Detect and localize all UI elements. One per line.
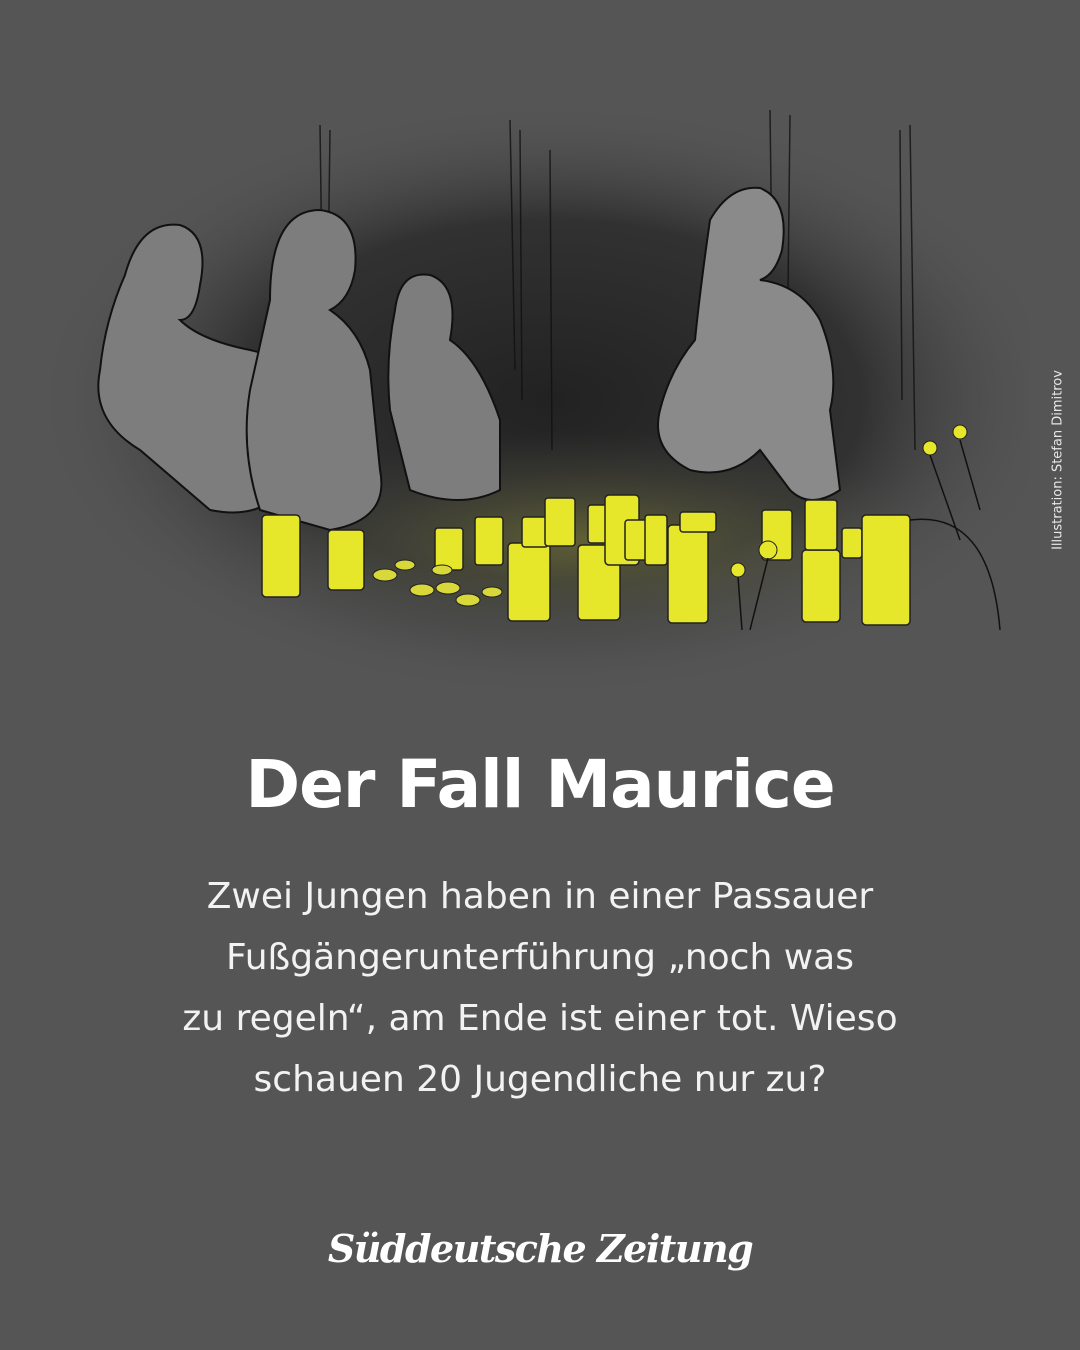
candle-vigil-drawing bbox=[30, 100, 1030, 690]
illustration-credit: Illustration: Stefan Dimitrov bbox=[1050, 370, 1066, 550]
dek-line: schauen 20 Jugendliche nur zu? bbox=[253, 1059, 827, 1100]
dek-text: Zwei Jungen haben in einer Passauer Fußg… bbox=[100, 866, 980, 1110]
brand-logo: Süddeutsche Zeitung bbox=[327, 1226, 754, 1271]
memorial-illustration bbox=[30, 70, 1030, 690]
dek-line: zu regeln“, am Ende ist einer tot. Wieso bbox=[182, 998, 898, 1039]
dek-line: Zwei Jungen haben in einer Passauer bbox=[206, 876, 874, 917]
headline: Der Fall Maurice bbox=[245, 746, 835, 823]
dek-line: Fußgängerunterführung „noch was bbox=[225, 937, 854, 978]
